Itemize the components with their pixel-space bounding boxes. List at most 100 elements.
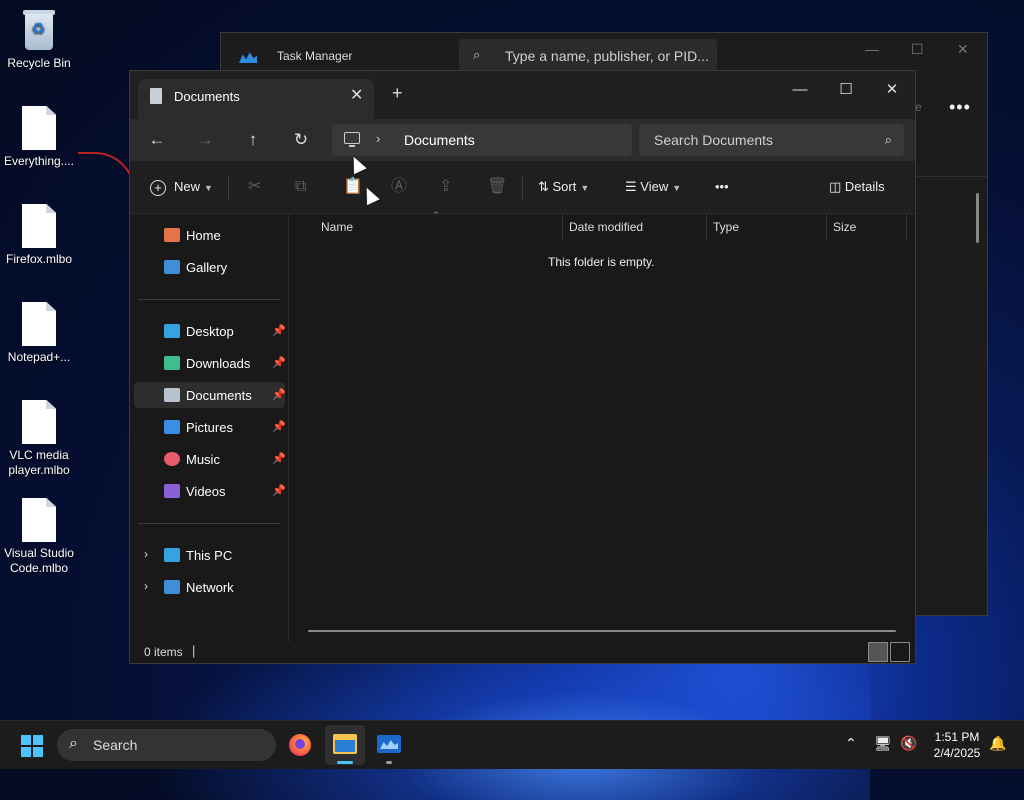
refresh-icon[interactable]: ↻: [285, 127, 317, 153]
task-manager-scrollbar[interactable]: [976, 193, 979, 243]
file-list[interactable]: ⌃ Name Date modified Type Size This fold…: [290, 210, 915, 642]
sidebar-item-label: Pictures: [186, 420, 233, 435]
pin-icon: 📌: [272, 389, 286, 401]
tab-label: Documents: [174, 89, 240, 104]
share-icon[interactable]: ⇪: [439, 175, 452, 199]
tab-close-icon[interactable]: ✕: [350, 85, 363, 105]
close-button[interactable]: ✕: [869, 75, 915, 105]
file-icon: [22, 204, 56, 248]
more-options-button[interactable]: •••: [715, 175, 729, 199]
network-icon[interactable]: 🖥: [874, 735, 892, 752]
new-button[interactable]: + New ▼: [150, 175, 213, 199]
sidebar-item-videos[interactable]: Videos 📌: [134, 478, 286, 504]
document-icon: [150, 88, 162, 104]
taskbar-app-file-explorer[interactable]: [325, 725, 365, 765]
chevron-right-icon[interactable]: ›: [144, 579, 148, 593]
navigation-pane: Home Gallery Desktop 📌 Downloads 📌 Docum…: [130, 214, 289, 642]
desktop-icon-firefox[interactable]: Firefox.mlbo: [0, 204, 78, 267]
title-bar: Documents ✕ + — ☐ ✕: [130, 71, 915, 119]
sort-button[interactable]: ⇅ Sort ▼: [538, 175, 589, 199]
breadcrumb-documents[interactable]: Documents: [404, 132, 475, 148]
copy-icon[interactable]: ⧉: [295, 175, 306, 199]
system-clock[interactable]: 1:51 PM 2/4/2025: [926, 729, 988, 761]
search-input[interactable]: Search Documents ⌕: [639, 124, 904, 156]
details-view-icon[interactable]: [868, 642, 888, 662]
desktop-icon-recycle-bin[interactable]: ♻ Recycle Bin: [0, 8, 78, 71]
back-arrow-icon[interactable]: ←: [141, 127, 173, 153]
column-separator[interactable]: [826, 214, 827, 240]
file-explorer-window[interactable]: Documents ✕ + — ☐ ✕ ← → ↑ ↻ › Documents …: [129, 70, 916, 664]
sidebar-item-this-pc[interactable]: › This PC: [134, 542, 285, 568]
file-icon: [22, 106, 56, 150]
minimize-icon[interactable]: —: [865, 41, 879, 57]
desktop-icon-vlc[interactable]: VLC media player.mlbo: [0, 400, 78, 478]
taskbar-app-task-manager[interactable]: [369, 725, 409, 765]
sidebar-item-downloads[interactable]: Downloads 📌: [134, 350, 286, 376]
address-bar[interactable]: › Documents: [332, 124, 632, 156]
firefox-icon: [289, 734, 311, 756]
details-pane-icon: ◫: [829, 179, 845, 194]
notification-bell-icon[interactable]: 🔔: [989, 735, 1006, 752]
desktop-icon-label: Firefox.mlbo: [5, 252, 73, 266]
column-header-date-modified[interactable]: Date modified: [569, 220, 643, 234]
column-header-name[interactable]: Name: [321, 220, 353, 234]
up-arrow-icon[interactable]: ↑: [237, 127, 269, 153]
desktop-icon-notepadpp[interactable]: Notepad+...: [0, 302, 78, 365]
close-icon[interactable]: ✕: [957, 41, 969, 58]
tab-documents[interactable]: Documents ✕: [138, 79, 374, 119]
rename-icon[interactable]: Ⓐ: [391, 175, 407, 199]
sidebar-item-home[interactable]: Home: [134, 222, 285, 248]
sidebar-item-label: Music: [186, 452, 220, 467]
start-button[interactable]: [21, 735, 43, 757]
maximize-button[interactable]: ☐: [823, 75, 869, 105]
view-button[interactable]: ☰ View ▼: [625, 175, 681, 199]
desktop-icon: [164, 324, 180, 338]
view-icon: ☰: [625, 179, 641, 194]
volume-muted-icon[interactable]: 🔇: [900, 735, 917, 752]
large-icons-view-icon[interactable]: [890, 642, 910, 662]
home-icon: [164, 228, 180, 242]
sort-ascending-icon: ⌃: [432, 210, 440, 220]
sidebar-item-music[interactable]: Music 📌: [134, 446, 286, 472]
sidebar-item-desktop[interactable]: Desktop 📌: [134, 318, 286, 344]
task-manager-more-button[interactable]: •••: [949, 97, 971, 118]
clock-time: 1:51 PM: [934, 730, 980, 744]
sidebar-item-documents[interactable]: Documents 📌: [134, 382, 286, 408]
search-placeholder: Search Documents: [654, 132, 774, 148]
minimize-button[interactable]: —: [777, 75, 823, 105]
divider: [522, 175, 523, 201]
chevron-up-icon[interactable]: ⌃: [845, 735, 857, 752]
task-manager-icon: [377, 735, 401, 753]
divider: [228, 175, 229, 201]
sidebar-item-network[interactable]: › Network: [134, 574, 285, 600]
column-separator[interactable]: [906, 214, 907, 240]
desktop-icon-everything[interactable]: Everything....: [0, 106, 78, 169]
horizontal-scrollbar[interactable]: [308, 630, 896, 632]
column-header-type[interactable]: Type: [713, 220, 739, 234]
red-annotation-stroke: [78, 152, 135, 254]
cut-icon[interactable]: ✂: [248, 175, 261, 199]
maximize-icon[interactable]: ☐: [911, 41, 924, 58]
column-separator[interactable]: [706, 214, 707, 240]
forward-arrow-icon[interactable]: →: [189, 127, 221, 153]
column-header-size[interactable]: Size: [833, 220, 856, 234]
chevron-right-icon[interactable]: ›: [144, 547, 148, 561]
sort-icon: ⇅: [538, 179, 553, 194]
task-manager-search-input[interactable]: ⌕ Type a name, publisher, or PID...: [459, 39, 717, 71]
pin-icon: 📌: [272, 421, 286, 433]
new-tab-button[interactable]: +: [392, 83, 403, 104]
search-icon: ⌕: [884, 132, 892, 147]
sidebar-item-gallery[interactable]: Gallery: [134, 254, 285, 280]
delete-icon[interactable]: 🗑: [487, 175, 507, 199]
paste-icon[interactable]: 📋: [343, 175, 363, 199]
desktop-icon-vscode[interactable]: Visual Studio Code.mlbo: [0, 498, 78, 576]
taskbar-app-firefox[interactable]: [280, 725, 320, 765]
pictures-icon: [164, 420, 180, 434]
column-separator[interactable]: [562, 214, 563, 240]
divider: [138, 523, 280, 524]
details-pane-button[interactable]: ◫ Details: [829, 175, 885, 199]
sidebar-item-pictures[interactable]: Pictures 📌: [134, 414, 286, 440]
taskbar-search[interactable]: ⌕ Search: [57, 729, 276, 761]
chevron-down-icon: ▼: [580, 183, 590, 193]
computer-icon: [344, 132, 360, 147]
